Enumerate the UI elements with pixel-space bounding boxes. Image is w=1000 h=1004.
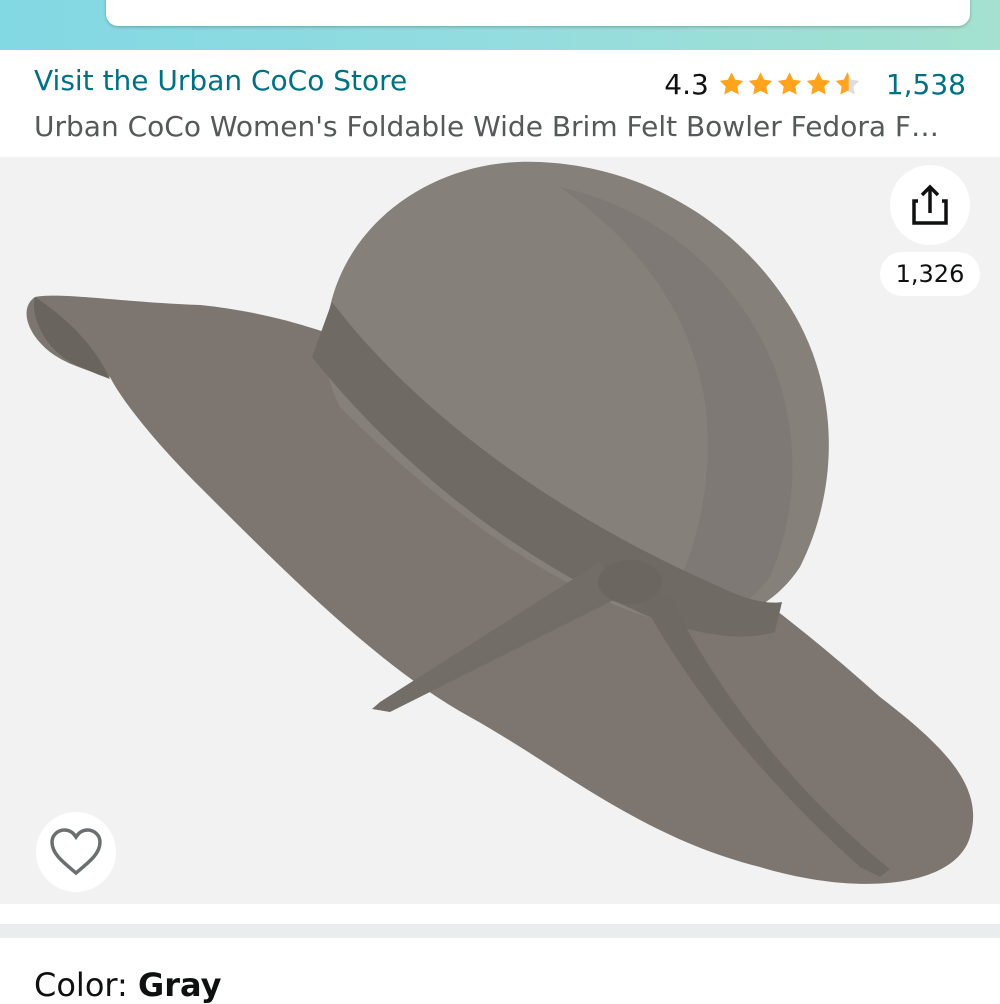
star-icon: [719, 72, 743, 95]
half-star-icon: [835, 72, 859, 95]
search-bar[interactable]: [106, 0, 970, 26]
share-button[interactable]: [890, 165, 970, 245]
product-image-hat: [26, 161, 974, 884]
store-link[interactable]: Visit the Urban CoCo Store: [34, 64, 407, 97]
product-image-area[interactable]: [0, 157, 1000, 904]
rating-summary[interactable]: 4.3 1,538: [664, 64, 966, 104]
top-header-bar: [0, 0, 1000, 50]
color-label: Color:: [34, 966, 128, 1004]
star-icon: [748, 72, 772, 95]
color-value: Gray: [137, 966, 222, 1004]
share-count-badge: 1,326: [880, 252, 980, 296]
share-icon: [912, 184, 948, 225]
section-divider: [0, 924, 1000, 938]
product-title: Urban CoCo Women's Foldable Wide Brim Fe…: [34, 110, 940, 143]
heart-icon: [50, 828, 102, 876]
favorite-button[interactable]: [36, 812, 116, 892]
review-count[interactable]: 1,538: [886, 68, 966, 101]
color-selection: Color: Gray: [34, 966, 221, 1004]
star-icon: [806, 72, 830, 95]
star-icon: [777, 72, 801, 95]
star-rating: [717, 70, 862, 98]
rating-value: 4.3: [664, 67, 709, 101]
